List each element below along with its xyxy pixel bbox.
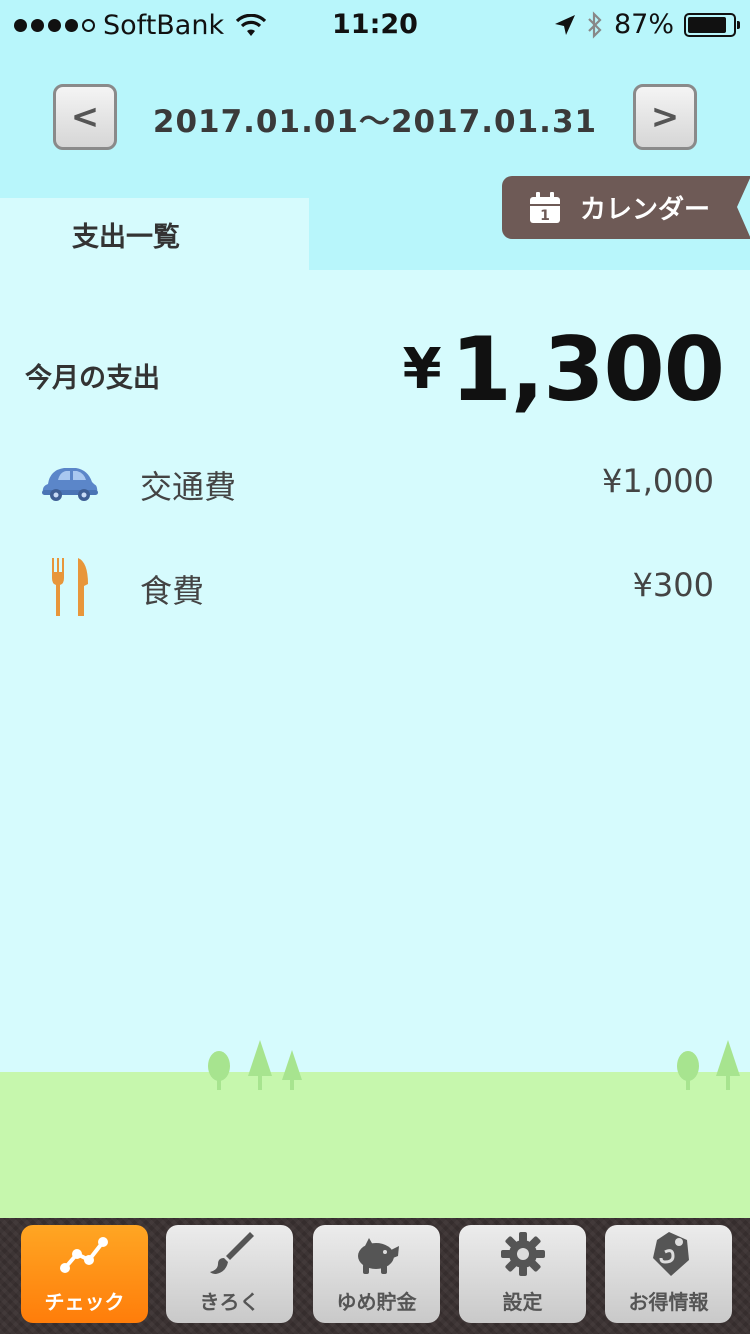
- tab-deals[interactable]: お得情報: [605, 1225, 732, 1323]
- period-range: 2017.01.01〜2017.01.31: [152, 104, 598, 140]
- monthly-expense-amount: 1,300: [450, 318, 725, 421]
- currency-symbol: ¥: [402, 337, 442, 402]
- period-header: < 2017.01.01〜2017.01.31 > 1 カレンダー 支出一覧: [0, 50, 750, 270]
- category-name: 交通費: [140, 468, 237, 506]
- price-tag-icon: [652, 1232, 689, 1276]
- previous-period-button[interactable]: <: [53, 84, 117, 150]
- category-name: 食費: [140, 572, 205, 610]
- calendar-icon: 1: [530, 191, 560, 224]
- tab-settings-label: 設定: [502, 1290, 543, 1314]
- tab-record[interactable]: きろく: [166, 1225, 293, 1323]
- battery-fill: [688, 16, 727, 33]
- tab-check[interactable]: チェック: [21, 1225, 148, 1323]
- list-item[interactable]: 交通費 ¥1,000: [0, 442, 750, 522]
- next-period-button[interactable]: >: [633, 84, 697, 150]
- category-amount: ¥1,000: [602, 462, 714, 500]
- tab-check-label: チェック: [44, 1290, 125, 1314]
- category-amount: ¥300: [632, 566, 714, 604]
- monthly-expense-total: ¥1,300: [402, 318, 725, 421]
- trees-decoration: [208, 1040, 740, 1090]
- tab-expense-list[interactable]: 支出一覧: [0, 198, 309, 270]
- brush-icon: [209, 1232, 254, 1274]
- tab-dream-savings[interactable]: ゆめ貯金: [313, 1225, 440, 1323]
- bottom-tab-bar: チェック きろく ゆめ貯金 設定 お得情報: [0, 1218, 750, 1334]
- bluetooth-icon: [588, 10, 602, 39]
- tab-deals-label: お得情報: [628, 1290, 709, 1314]
- gear-icon: [500, 1232, 545, 1276]
- tab-expense-list-label: 支出一覧: [72, 221, 180, 253]
- list-item[interactable]: 食費 ¥300: [0, 546, 750, 626]
- status-right: 87%: [554, 9, 740, 40]
- battery-icon: [684, 12, 740, 37]
- monthly-expense-label: 今月の支出: [25, 363, 160, 394]
- location-arrow-icon: [554, 14, 575, 35]
- calendar-button[interactable]: 1 カレンダー: [502, 176, 750, 239]
- battery-percent: 87%: [613, 9, 674, 40]
- calendar-day-number: 1: [540, 208, 550, 224]
- chevron-right-icon: >: [650, 97, 680, 137]
- car-icon: [42, 468, 98, 501]
- chart-line-icon: [59, 1237, 108, 1273]
- tab-record-label: きろく: [199, 1290, 260, 1314]
- piggy-bank-icon: [357, 1238, 399, 1274]
- chevron-left-icon: <: [70, 97, 100, 137]
- tab-settings[interactable]: 設定: [459, 1225, 586, 1323]
- status-bar: SoftBank 11:20 87%: [0, 0, 750, 50]
- fork-knife-icon: [52, 558, 88, 616]
- tab-dream-savings-label: ゆめ貯金: [336, 1290, 417, 1314]
- calendar-label: カレンダー: [580, 195, 711, 225]
